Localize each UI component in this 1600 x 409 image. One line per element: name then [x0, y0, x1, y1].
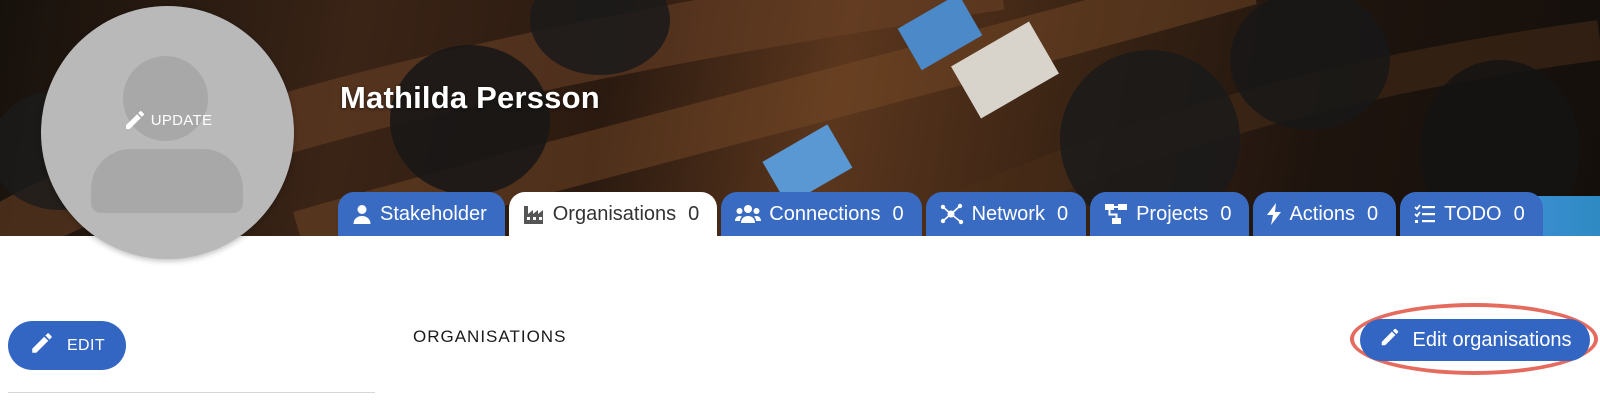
users-icon — [735, 204, 762, 224]
checklist-icon — [1414, 204, 1436, 224]
edit-label: EDIT — [66, 336, 106, 354]
tab-count: 0 — [688, 202, 700, 225]
avatar-update-button[interactable]: UPDATE — [41, 108, 294, 132]
avatar-update-label: UPDATE — [150, 111, 213, 129]
tab-stakeholder[interactable]: Stakeholder — [338, 192, 505, 236]
tab-label: Network — [971, 202, 1045, 225]
tab-label: Connections — [769, 202, 881, 225]
tab-count: 0 — [1056, 202, 1069, 225]
profile-name: Mathilda Persson — [340, 80, 600, 115]
person-icon — [352, 204, 372, 224]
tab-count: 0 — [1513, 202, 1525, 225]
profile-tabs: Stakeholder Organisations 0 Connections … — [338, 192, 1547, 236]
factory-icon — [523, 204, 545, 224]
tab-connections[interactable]: Connections 0 — [721, 192, 922, 236]
pencil-icon — [123, 108, 147, 132]
pencil-icon — [1379, 326, 1401, 354]
avatar[interactable]: UPDATE — [41, 6, 294, 259]
tab-network[interactable]: Network 0 — [925, 192, 1087, 236]
tab-label: TODO — [1444, 202, 1502, 225]
tab-count: 0 — [892, 202, 904, 225]
bolt-icon — [1267, 203, 1282, 225]
edit-profile-button[interactable]: EDIT — [8, 321, 126, 370]
tab-label: Organisations — [552, 202, 677, 225]
section-title: ORGANISATIONS — [413, 327, 567, 346]
network-icon — [940, 203, 964, 225]
avatar-placeholder-body — [91, 149, 243, 213]
tab-projects[interactable]: Projects 0 — [1090, 192, 1250, 236]
tab-label: Projects — [1136, 202, 1209, 225]
tab-label: Stakeholder — [380, 202, 487, 225]
tab-count: 0 — [1367, 202, 1379, 225]
tab-label: Actions — [1289, 202, 1356, 225]
tab-count: 0 — [1220, 202, 1232, 225]
sitemap-icon — [1104, 203, 1128, 225]
edit-organisations-button[interactable]: Edit organisations — [1360, 319, 1590, 361]
sidebar-divider — [8, 392, 375, 393]
tab-actions[interactable]: Actions 0 — [1253, 192, 1397, 236]
edit-organisations-label: Edit organisations — [1412, 328, 1572, 351]
tab-todo[interactable]: TODO 0 — [1400, 192, 1543, 236]
pencil-icon — [29, 330, 55, 361]
tab-organisations[interactable]: Organisations 0 — [508, 192, 718, 236]
